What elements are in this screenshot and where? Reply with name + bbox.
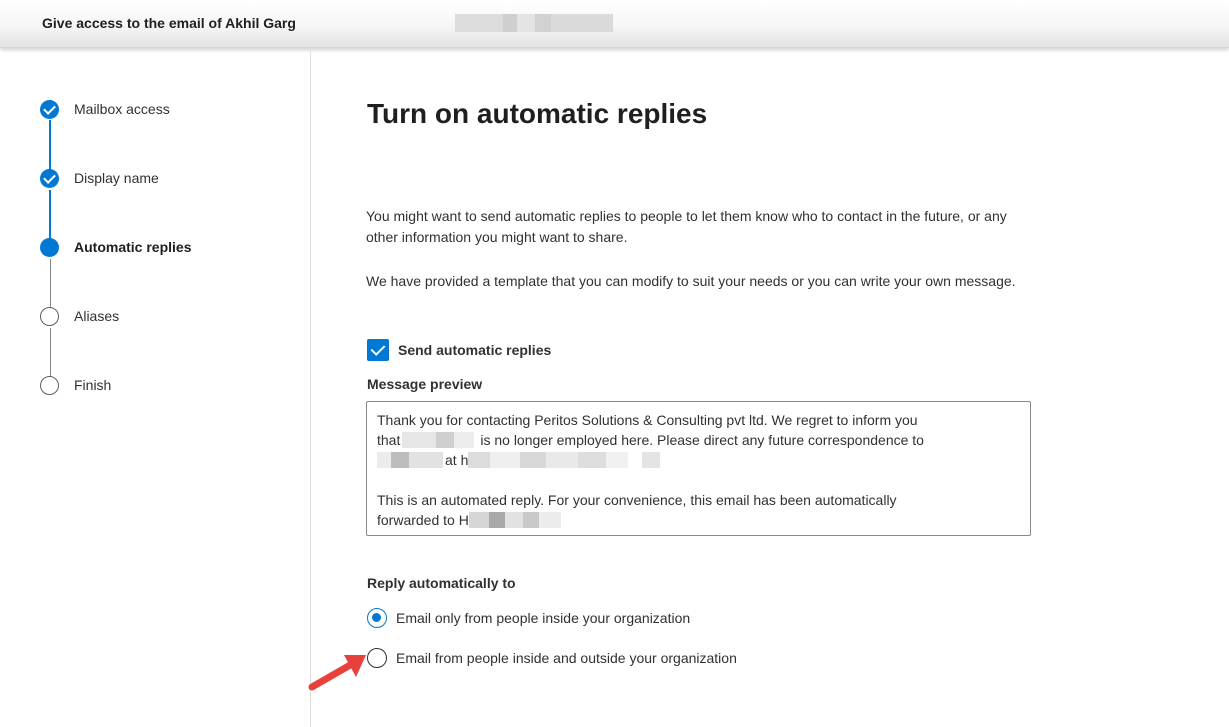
radio-label: Email from people inside and outside you… — [396, 650, 737, 666]
redacted-email — [488, 512, 505, 528]
step-complete-icon — [40, 100, 59, 119]
annotation-arrow-icon — [308, 655, 366, 691]
message-preview-textbox[interactable]: Thank you for contacting Peritos Solutio… — [366, 401, 1031, 536]
message-preview-label: Message preview — [367, 376, 483, 392]
redacted-name — [391, 452, 409, 468]
redacted-email — [490, 452, 521, 468]
redacted-email — [606, 452, 629, 468]
preview-line: at h — [377, 450, 1020, 470]
redacted-email — [468, 452, 491, 468]
template-paragraph: We have provided a template that you can… — [366, 273, 1016, 289]
step-pending-icon — [40, 307, 59, 326]
intro-paragraph: You might want to send automatic replies… — [366, 208, 1007, 245]
step-label: Display name — [74, 170, 159, 186]
radio-label: Email only from people inside your organ… — [396, 610, 691, 626]
step-connector — [49, 120, 51, 170]
redacted-name — [454, 432, 475, 448]
redacted-email — [538, 512, 561, 528]
preview-text: that — [377, 432, 401, 448]
redacted-name — [409, 452, 443, 468]
wizard-header: Give access to the email of Akhil Garg — [0, 0, 1229, 48]
radio-inside-and-outside-organization[interactable]: Email from people inside and outside you… — [367, 647, 737, 669]
checkbox-checked-icon[interactable] — [367, 339, 389, 361]
preview-text: at h — [445, 452, 469, 468]
wizard-steps: Mailbox access Display name Automatic re… — [0, 48, 311, 727]
redacted-email — [578, 452, 607, 468]
step-pending-icon — [40, 376, 59, 395]
step-current-icon — [40, 238, 59, 257]
step-label: Mailbox access — [74, 101, 170, 117]
redacted-user-email — [455, 14, 613, 32]
redacted-name — [436, 432, 455, 448]
preview-line: This is an automated reply. For your con… — [377, 492, 897, 508]
redacted-email — [642, 452, 661, 468]
wizard-title: Give access to the email of Akhil Garg — [42, 15, 296, 31]
redacted-email — [504, 512, 523, 528]
preview-line: Thank you for contacting Peritos Solutio… — [377, 412, 918, 428]
step-connector — [50, 328, 51, 378]
step-connector — [49, 190, 51, 240]
redacted-email — [520, 452, 547, 468]
redacted-email — [468, 512, 489, 528]
send-automatic-replies-checkbox[interactable]: Send automatic replies — [367, 339, 551, 361]
step-label: Automatic replies — [74, 239, 192, 255]
page-title: Turn on automatic replies — [367, 98, 708, 129]
step-label: Finish — [74, 377, 112, 393]
radio-inside-organization[interactable]: Email only from people inside your organ… — [367, 607, 690, 629]
reply-automatically-label: Reply automatically to — [367, 575, 516, 591]
preview-line: forwarded to H — [377, 510, 1020, 530]
checkbox-label: Send automatic replies — [398, 342, 552, 358]
redacted-name — [377, 452, 391, 468]
preview-text: forwarded to H — [377, 512, 469, 528]
preview-line: that is no longer employed here. Please d… — [377, 430, 1020, 450]
preview-text: is no longer employed here. Please direc… — [480, 432, 924, 448]
step-label: Aliases — [74, 308, 120, 324]
radio-selected-icon[interactable] — [367, 608, 387, 628]
redacted-name — [402, 432, 437, 448]
redacted-email — [546, 452, 579, 468]
step-complete-icon — [40, 169, 59, 188]
step-connector — [50, 259, 51, 309]
redacted-email — [522, 512, 539, 528]
